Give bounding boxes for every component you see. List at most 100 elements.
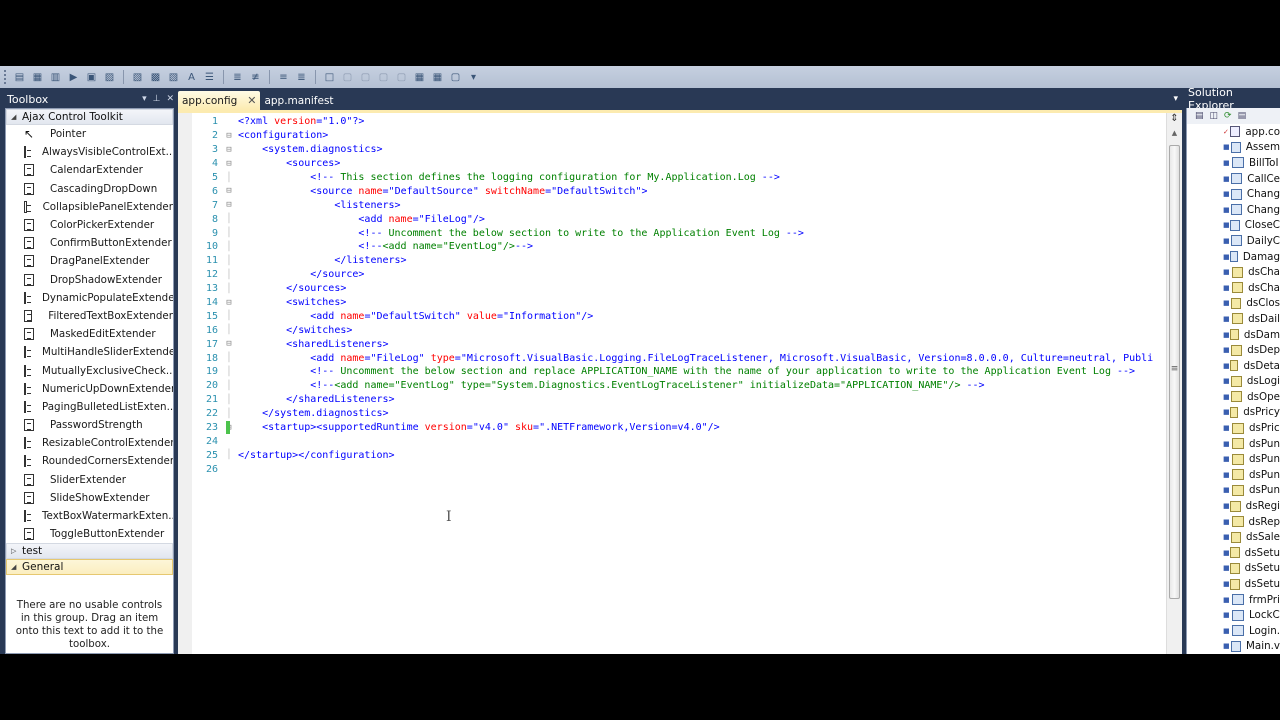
solution-item[interactable]: ■ dsPun (1187, 467, 1280, 483)
replace-icon[interactable]: ▩ (148, 70, 163, 85)
clear-bookmarks-icon[interactable]: ▦ (412, 70, 427, 85)
toolbox-item[interactable]: MultiHandleSliderExtender (6, 343, 173, 361)
solution-item[interactable]: ■ dsCha (1187, 264, 1280, 280)
code-line[interactable]: 20 │ <!--<add name="EventLog" type="Syste… (178, 379, 1166, 393)
solution-item[interactable]: ■ BillToI (1187, 155, 1280, 171)
toolbox-group-ajax-control-toolkit[interactable]: ◢ Ajax Control Toolkit (6, 109, 173, 125)
solution-item[interactable]: ■ dsRep (1187, 514, 1280, 530)
toolbox-item[interactable]: CascadingDropDown (6, 180, 173, 198)
toolbox-item[interactable]: DynamicPopulateExtender (6, 289, 173, 307)
code-line[interactable]: 24 (178, 434, 1166, 448)
collapse-region-icon[interactable]: ⊟ (224, 159, 234, 169)
tab-list-dropdown-icon[interactable]: ▾ (1173, 94, 1178, 104)
comment-icon[interactable]: ≡ (276, 70, 291, 85)
close-tab-icon[interactable]: ✕ (247, 94, 256, 107)
code-line[interactable]: 14 ⊟ <switches> (178, 296, 1166, 310)
code-line[interactable]: 17 ⊟ <sharedListeners> (178, 337, 1166, 351)
solution-item[interactable]: ■ dsSetu (1187, 561, 1280, 577)
view-code-icon[interactable]: ▤ (1238, 111, 1247, 121)
toolbox-item[interactable]: NumericUpDownExtender (6, 380, 173, 398)
window-position-dropdown-icon[interactable]: ▾ (142, 94, 147, 104)
solution-item[interactable]: ■ dsSale (1187, 529, 1280, 545)
toolbox-item[interactable]: PagingBulletedListExten... (6, 398, 173, 416)
code-area[interactable]: 1 <?xml version="1.0"?> 2 ⊟ <configuration> 3… (178, 110, 1182, 654)
solution-item[interactable]: ■ dsSetu (1187, 576, 1280, 592)
prev-bookmark-folder-icon[interactable]: ▢ (376, 70, 391, 85)
add-item-icon[interactable]: ▦ (30, 70, 45, 85)
toolbox-item[interactable]: RoundedCornersExtender (6, 452, 173, 470)
properties-icon[interactable]: ▥ (48, 70, 63, 85)
vertical-scrollbar[interactable]: ⇕ ▲ ≡ (1166, 113, 1182, 654)
code-line[interactable]: 3 ⊟ <system.diagnostics> (178, 143, 1166, 157)
solution-item[interactable]: ■ dsDail (1187, 311, 1280, 327)
toolbox-item[interactable]: FilteredTextBoxExtender (6, 307, 173, 325)
code-line[interactable]: 11 │ </listeners> (178, 254, 1166, 268)
code-line[interactable]: 2 ⊟ <configuration> (178, 129, 1166, 143)
open-file-icon[interactable]: ▣ (84, 70, 99, 85)
toolbox-group-test[interactable]: ▷ test (6, 543, 173, 560)
start-icon[interactable]: ▶ (66, 70, 81, 85)
code-line[interactable]: 8 │ <add name="FileLog"/> (178, 212, 1166, 226)
collapse-region-icon[interactable]: ⊟ (224, 200, 234, 210)
solution-item[interactable]: ■ CallCe (1187, 171, 1280, 187)
collapse-region-icon[interactable]: ⊟ (224, 339, 234, 349)
solution-item[interactable]: ■ CloseC (1187, 218, 1280, 234)
increase-indent-icon[interactable]: ≢ (248, 70, 263, 85)
tab-app-config[interactable]: app.config ✕ (178, 91, 261, 110)
code-line[interactable]: 7 ⊟ <listeners> (178, 198, 1166, 212)
solution-item[interactable]: ■ dsCha (1187, 280, 1280, 296)
toggle-icon[interactable]: ▦ (430, 70, 445, 85)
solution-item[interactable]: ■ dsOpe (1187, 389, 1280, 405)
solution-item[interactable]: ■ dsClos (1187, 296, 1280, 312)
toolbox-item[interactable]: ConfirmButtonExtender (6, 234, 173, 252)
solution-item[interactable]: ✓ app.co (1187, 124, 1280, 140)
toolbox-item[interactable]: CollapsiblePanelExtender (6, 198, 173, 216)
collapse-region-icon[interactable]: ⊟ (224, 145, 234, 155)
find-icon[interactable]: ▧ (130, 70, 145, 85)
solution-item[interactable]: ■ Main.v (1187, 639, 1280, 654)
toolbox-item[interactable]: ↖ Pointer (6, 125, 173, 143)
code-line[interactable]: 5 │ <!-- This section defines the logging… (178, 171, 1166, 185)
tab-app-manifest[interactable]: app.manifest (260, 91, 337, 110)
code-line[interactable]: 6 ⊟ <source name="DefaultSource" switchNa… (178, 184, 1166, 198)
code-line[interactable]: 15 │ <add name="DefaultSwitch" value="Inf… (178, 309, 1166, 323)
show-all-files-icon[interactable]: ◫ (1210, 111, 1219, 121)
toolbox-item[interactable]: SlideShowExtender (6, 489, 173, 507)
decrease-indent-icon[interactable]: ≣ (230, 70, 245, 85)
toolbox-group-general[interactable]: ◢ General (6, 559, 173, 576)
font-icon[interactable]: A (184, 70, 199, 85)
code-line[interactable]: 4 ⊟ <sources> (178, 157, 1166, 171)
code-line[interactable]: 12 │ </source> (178, 268, 1166, 282)
overflow-icon[interactable]: ▢ (448, 70, 463, 85)
save-icon[interactable]: ▨ (102, 70, 117, 85)
close-icon[interactable]: ✕ (166, 94, 174, 104)
solution-item[interactable]: ■ dsDam (1187, 327, 1280, 343)
code-line[interactable]: 16 │ </switches> (178, 323, 1166, 337)
solution-item[interactable]: ■ dsDeta (1187, 358, 1280, 374)
solution-item[interactable]: ■ dsSetu (1187, 545, 1280, 561)
toolbar-grip[interactable] (4, 70, 7, 84)
toolbox-item[interactable]: PasswordStrength (6, 416, 173, 434)
code-line[interactable]: 22 │ </system.diagnostics> (178, 407, 1166, 421)
new-project-icon[interactable]: ▤ (12, 70, 27, 85)
toolbox-item[interactable]: ResizableControlExtender (6, 434, 173, 452)
refresh-icon[interactable]: ⟳ (1224, 111, 1232, 121)
solution-item[interactable]: ■ dsLogi (1187, 374, 1280, 390)
solution-item[interactable]: ■ dsPun (1187, 483, 1280, 499)
navigate-icon[interactable]: ▧ (166, 70, 181, 85)
solution-item[interactable]: ■ dsPricy (1187, 405, 1280, 421)
auto-hide-pin-icon[interactable]: ⊥ (153, 94, 161, 104)
code-line[interactable]: 19 │ <!-- Uncomment the below section and… (178, 365, 1166, 379)
solution-item[interactable]: ■ dsRegi (1187, 498, 1280, 514)
scrollbar-thumb[interactable]: ≡ (1169, 145, 1180, 599)
solution-item[interactable]: ■ dsPun (1187, 436, 1280, 452)
new-project-icon[interactable]: ▾ (466, 70, 481, 85)
code-line[interactable]: 26 (178, 462, 1166, 476)
solution-item[interactable]: ■ Damag (1187, 249, 1280, 265)
toolbox-item[interactable]: DragPanelExtender (6, 252, 173, 270)
toolbox-item[interactable]: AlwaysVisibleControlExt... (6, 143, 173, 161)
code-line[interactable]: 1 <?xml version="1.0"?> (178, 115, 1166, 129)
code-line[interactable]: 25 │ </startup></configuration> (178, 448, 1166, 462)
solution-item[interactable]: ■ dsDep (1187, 342, 1280, 358)
solution-item[interactable]: ■ dsPric (1187, 420, 1280, 436)
